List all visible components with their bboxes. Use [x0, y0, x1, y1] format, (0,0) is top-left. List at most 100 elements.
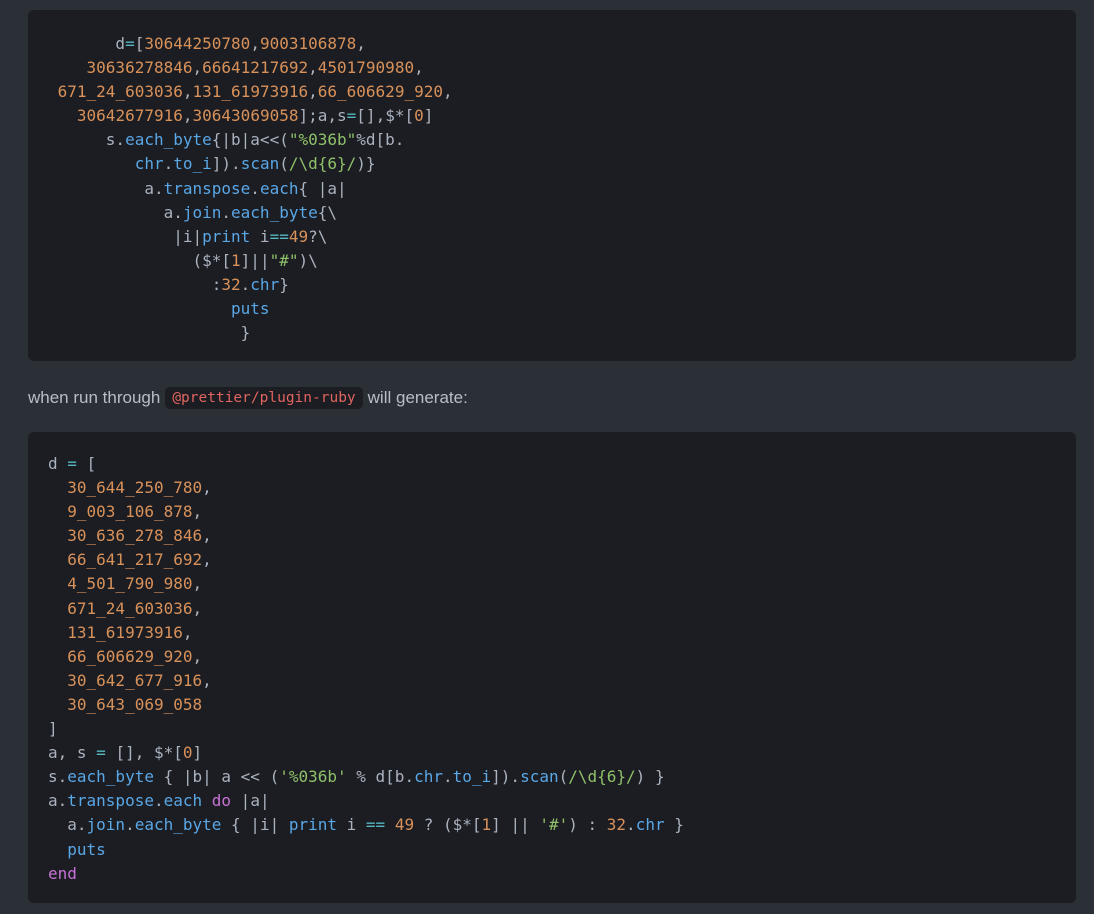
formatted-code-block: d = [ 30_644_250_780, 9_003_106_878, 30_…	[28, 432, 1076, 903]
code-token: ,	[182, 82, 193, 102]
code-token: ?\	[308, 226, 328, 246]
code-line: :32.chr}	[48, 275, 289, 294]
original-code-block: d=[30644250780,9003106878, 30636278846,6…	[28, 10, 1076, 361]
code-token: ,	[202, 526, 212, 546]
code-line: 66_606629_920,	[48, 647, 202, 666]
code-token: [	[76, 454, 97, 473]
code-token: =	[125, 34, 135, 53]
code-listing[interactable]: d = [ 30_644_250_780, 9_003_106_878, 30_…	[48, 452, 684, 886]
code-token: ,	[182, 106, 193, 126]
code-line: puts	[48, 840, 106, 859]
code-line: 671_24_603036,131_61973916,66_606629_920…	[48, 82, 453, 101]
code-line: d=[30644250780,9003106878,	[48, 34, 366, 53]
code-token: { |b| a << (	[153, 767, 280, 787]
code-token: ]||	[240, 250, 270, 270]
code-token: 49	[394, 815, 415, 835]
description-paragraph: when run through @prettier/plugin-ruby w…	[28, 384, 468, 412]
code-token: }	[48, 323, 251, 343]
code-token: ,	[202, 478, 212, 498]
code-token: 66641217692	[202, 58, 309, 78]
code-token: }	[279, 274, 289, 294]
code-token: ,	[202, 670, 212, 690]
code-token: =	[346, 106, 357, 126]
code-token: chr	[414, 767, 443, 787]
code-token: ,	[414, 58, 424, 78]
code-token: 30_644_250_780	[67, 478, 203, 498]
code-token: 9_003_106_878	[67, 502, 193, 522]
code-line: a.join.each_byte { |i| print i == 49 ? (…	[48, 815, 684, 834]
code-token: 4_501_790_980	[67, 574, 193, 594]
code-token: { |a|	[298, 178, 347, 198]
code-token: 49	[288, 226, 309, 246]
code-line: 30_644_250_780,	[48, 478, 212, 497]
code-line: s.each_byte { |b| a << ('%036b' % d[b.ch…	[48, 767, 665, 786]
code-line: 66_641_217_692,	[48, 550, 212, 569]
code-token: [], $*[	[105, 743, 183, 763]
code-token: puts	[67, 839, 106, 859]
code-token: (	[558, 767, 569, 787]
code-token: transpose	[163, 178, 251, 198]
code-line: chr.to_i]).scan(/\d{6}/)}	[48, 154, 376, 173]
prose-text-before: when run through	[28, 388, 161, 407]
code-token: each_byte	[67, 767, 154, 787]
code-token: { |i|	[221, 815, 289, 835]
code-token: 0	[182, 743, 193, 763]
code-token: ]	[48, 719, 58, 739]
code-token: 32	[606, 815, 627, 835]
code-line: ($*[1]||"#")\	[48, 250, 317, 270]
code-token: 30643069058	[192, 106, 299, 126]
code-line: 30642677916,30643069058];a,s=[],$*[0]	[48, 106, 433, 125]
code-line: a.join.each_byte{\	[48, 203, 337, 222]
code-token: each_byte	[231, 202, 318, 222]
code-token: 30636278846	[86, 58, 193, 78]
code-token: to_i	[173, 154, 212, 174]
code-token: ,	[192, 646, 203, 666]
code-token: do	[211, 791, 232, 811]
code-token: {\	[317, 202, 337, 222]
code-token: 131_61973916	[67, 622, 183, 642]
code-line: 30636278846,66641217692,4501790980,	[48, 58, 424, 77]
code-token: to_i	[452, 767, 492, 787]
code-listing[interactable]: d=[30644250780,9003106878, 30636278846,6…	[48, 32, 453, 345]
code-token: ]	[423, 106, 434, 126]
code-line: 131_61973916,	[48, 622, 193, 642]
code-token: 66_606629_920	[67, 646, 193, 666]
code-line: 9_003_106_878,	[48, 502, 202, 521]
code-token: each_byte	[134, 815, 222, 835]
code-token: (	[279, 154, 289, 174]
code-token: ,	[182, 622, 193, 642]
code-token: ] ||	[491, 815, 540, 835]
code-token: d	[48, 34, 126, 53]
code-token: '%036b'	[279, 767, 347, 787]
code-token: a.	[48, 178, 164, 198]
code-line: s.each_byte{|b|a<<("%036b"%d[b.	[48, 130, 405, 149]
code-token: 30_642_677_916	[67, 670, 203, 690]
code-line: 30_636_278_846,	[48, 526, 212, 545]
code-token: ) :	[568, 815, 607, 835]
code-token: 1	[231, 250, 241, 270]
code-line: }	[48, 323, 251, 343]
code-token: ,	[202, 550, 212, 570]
code-token: :	[48, 274, 222, 294]
package-inline-code: @prettier/plugin-ruby	[165, 387, 363, 409]
code-token: % d[b.	[346, 767, 415, 787]
code-token: end	[48, 863, 77, 883]
code-token: 9003106878	[259, 34, 357, 53]
code-token: 4501790980	[317, 58, 415, 78]
code-token: chr	[635, 815, 665, 835]
code-token: ];a,s	[298, 106, 347, 126]
code-token: ,	[192, 574, 203, 594]
code-token: puts	[231, 299, 270, 319]
code-line: ]	[48, 719, 58, 738]
code-token: each	[259, 178, 299, 198]
code-token: ,	[192, 502, 203, 522]
